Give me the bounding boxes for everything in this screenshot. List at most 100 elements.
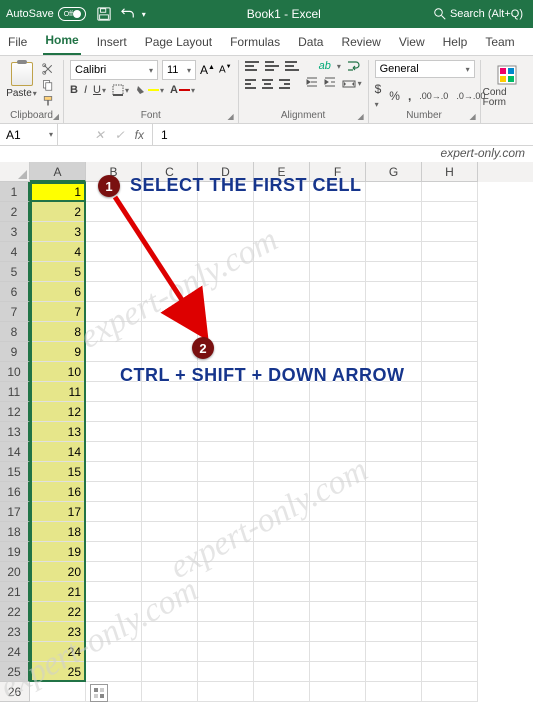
cell[interactable] (310, 602, 366, 622)
cell[interactable] (254, 482, 310, 502)
cancel-icon[interactable]: ✕ (95, 128, 105, 142)
row-header[interactable]: 12 (0, 402, 30, 422)
cell[interactable] (422, 202, 478, 222)
cell[interactable] (198, 242, 254, 262)
cell[interactable] (142, 222, 198, 242)
cell[interactable] (366, 682, 422, 702)
cell[interactable] (86, 182, 142, 202)
cell[interactable] (142, 522, 198, 542)
percent-format-button[interactable]: % (389, 89, 400, 103)
cell[interactable] (86, 202, 142, 222)
cell[interactable] (142, 402, 198, 422)
increase-decimal-icon[interactable]: .00→.0 (419, 91, 448, 101)
cell[interactable] (366, 322, 422, 342)
cell[interactable] (366, 482, 422, 502)
cell[interactable]: 7 (30, 302, 86, 322)
align-bottom-icon[interactable] (285, 61, 299, 71)
cell[interactable] (30, 682, 86, 702)
decrease-indent-icon[interactable] (306, 76, 318, 91)
search-box[interactable]: Search (Alt+Q) (430, 8, 527, 20)
cell[interactable] (310, 182, 366, 202)
cell[interactable] (254, 622, 310, 642)
cell[interactable] (310, 582, 366, 602)
cell[interactable] (366, 402, 422, 422)
cell[interactable] (198, 522, 254, 542)
cell[interactable]: 20 (30, 562, 86, 582)
cell[interactable]: 17 (30, 502, 86, 522)
cell[interactable] (366, 222, 422, 242)
font-size-select[interactable]: 11▾ (162, 60, 196, 80)
cell[interactable] (198, 622, 254, 642)
cell[interactable] (422, 582, 478, 602)
increase-indent-icon[interactable] (324, 76, 336, 91)
cell[interactable]: 19 (30, 542, 86, 562)
row-header[interactable]: 9 (0, 342, 30, 362)
cell[interactable] (198, 482, 254, 502)
align-top-icon[interactable] (245, 61, 259, 71)
cell[interactable]: 16 (30, 482, 86, 502)
cell[interactable] (198, 182, 254, 202)
row-header[interactable]: 14 (0, 442, 30, 462)
cell[interactable] (310, 662, 366, 682)
cell[interactable] (310, 462, 366, 482)
cell[interactable] (422, 242, 478, 262)
cell[interactable] (198, 542, 254, 562)
cell[interactable]: 15 (30, 462, 86, 482)
align-right-icon[interactable] (279, 79, 290, 89)
cell[interactable] (366, 622, 422, 642)
comma-format-button[interactable]: , (408, 89, 411, 103)
cell[interactable] (86, 262, 142, 282)
cell[interactable] (254, 462, 310, 482)
cell[interactable]: 21 (30, 582, 86, 602)
cell[interactable] (86, 242, 142, 262)
row-header[interactable]: 2 (0, 202, 30, 222)
cell[interactable] (86, 662, 142, 682)
format-painter-icon[interactable] (39, 94, 57, 108)
cell[interactable] (366, 302, 422, 322)
cell[interactable] (142, 682, 198, 702)
column-header[interactable]: E (254, 162, 310, 182)
autosave-switch[interactable]: Off (58, 7, 86, 21)
cell[interactable] (310, 502, 366, 522)
cell[interactable] (422, 282, 478, 302)
cell[interactable] (310, 482, 366, 502)
cell[interactable] (142, 582, 198, 602)
cell[interactable] (310, 442, 366, 462)
cell[interactable] (86, 342, 142, 362)
cell[interactable] (366, 282, 422, 302)
cell[interactable] (366, 542, 422, 562)
cell[interactable] (254, 442, 310, 462)
cell[interactable] (198, 582, 254, 602)
cell[interactable] (142, 422, 198, 442)
cell[interactable] (422, 382, 478, 402)
cell[interactable] (422, 622, 478, 642)
cell[interactable] (86, 562, 142, 582)
cell[interactable] (310, 302, 366, 322)
cell[interactable] (366, 382, 422, 402)
cell[interactable] (366, 502, 422, 522)
cell[interactable] (422, 562, 478, 582)
cell[interactable] (254, 382, 310, 402)
cell[interactable]: 8 (30, 322, 86, 342)
cell[interactable] (198, 342, 254, 362)
cell[interactable] (86, 482, 142, 502)
cell[interactable] (142, 562, 198, 582)
cell[interactable] (310, 282, 366, 302)
cell[interactable] (198, 362, 254, 382)
row-header[interactable]: 23 (0, 622, 30, 642)
cell[interactable] (254, 522, 310, 542)
cell[interactable] (142, 462, 198, 482)
row-header[interactable]: 1 (0, 182, 30, 202)
row-header[interactable]: 24 (0, 642, 30, 662)
cell[interactable] (254, 642, 310, 662)
cell[interactable] (254, 422, 310, 442)
cell[interactable] (310, 362, 366, 382)
cell[interactable] (198, 322, 254, 342)
cell[interactable]: 6 (30, 282, 86, 302)
cell[interactable]: 12 (30, 402, 86, 422)
cell[interactable] (422, 222, 478, 242)
cell[interactable]: 1 (30, 182, 86, 202)
align-middle-icon[interactable] (265, 61, 279, 71)
cell[interactable] (310, 402, 366, 422)
row-header[interactable]: 6 (0, 282, 30, 302)
